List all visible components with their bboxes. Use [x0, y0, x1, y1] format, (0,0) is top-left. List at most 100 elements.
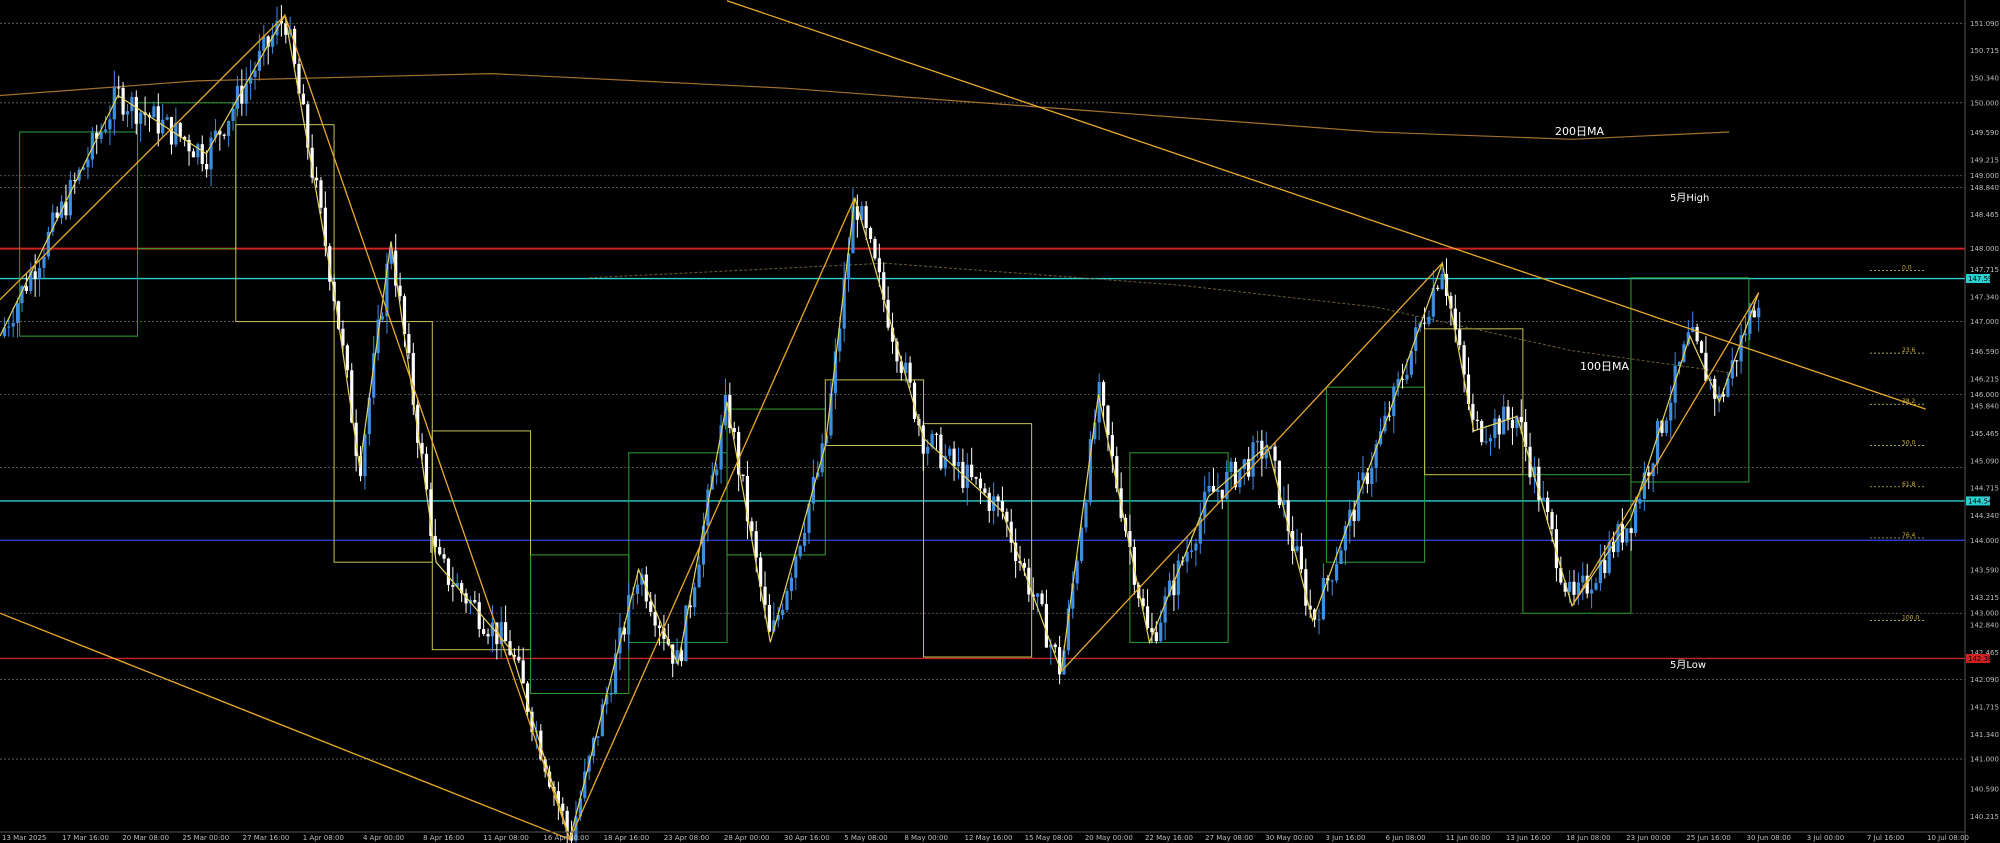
price-axis-label: 141.715	[1970, 703, 1999, 711]
candle-body	[1330, 580, 1334, 582]
price-axis-label: 148.465	[1970, 211, 1999, 219]
time-axis-label: 12 May 16:00	[965, 834, 1013, 842]
candle-body	[517, 656, 521, 661]
time-axis-label: 15 May 08:00	[1025, 834, 1073, 842]
time-axis-label: 23 Jun 00:00	[1626, 834, 1670, 842]
candle-body	[970, 464, 974, 478]
price-chart[interactable]: 0.0 23.6 38.2 50.0 61.8 76.4 100.0 151.090 150.…	[0, 0, 2000, 843]
time-axis-label: 11 Jun 00:00	[1446, 834, 1490, 842]
candle-body	[319, 180, 323, 208]
price-axis-label: 148.000	[1970, 245, 1999, 253]
candle-body	[1053, 644, 1057, 648]
price-axis-label: 149.590	[1970, 129, 1999, 137]
candle-body	[1189, 550, 1194, 552]
candle-body	[789, 577, 794, 591]
candle-body	[1664, 420, 1668, 433]
candle-body	[1607, 541, 1611, 573]
time-axis-label: 25 Jun 16:00	[1686, 834, 1730, 842]
candle-body	[1550, 512, 1554, 530]
time-axis-label: 27 Mar 16:00	[243, 834, 290, 842]
fib-level-label: 23.6	[1902, 347, 1916, 354]
time-axis-label: 30 Apr 16:00	[784, 834, 830, 842]
candle-body	[732, 428, 736, 433]
candle-body	[609, 693, 613, 695]
candle-body	[1273, 446, 1277, 461]
candle-body	[1603, 560, 1607, 573]
candle-body	[1207, 485, 1211, 492]
candle-body	[1497, 418, 1501, 435]
ma100-label: 100日MA	[1580, 360, 1629, 373]
candle-body	[1321, 577, 1326, 620]
candle-body	[1638, 498, 1642, 504]
candle-body	[231, 108, 235, 121]
candle-body	[653, 612, 657, 626]
candle-body	[1295, 546, 1299, 551]
price-axis-label: 141.000	[1970, 756, 1999, 764]
candle-body	[253, 70, 257, 78]
candle-body	[1757, 307, 1761, 318]
candle-body	[873, 239, 877, 259]
candle-body	[1339, 550, 1343, 565]
price-axis-label: 146.000	[1970, 391, 1999, 399]
candle-body	[1510, 420, 1515, 429]
candle-body	[1044, 604, 1049, 648]
price-axis-label: 140.590	[1970, 785, 1999, 793]
price-axis-label: 151.090	[1970, 20, 1999, 28]
candle-body	[939, 434, 943, 469]
candle-body	[1546, 497, 1550, 513]
time-axis-label: 13 Mar 2025	[2, 834, 46, 842]
candle-body	[1405, 374, 1409, 380]
candle-body	[1704, 352, 1708, 381]
candle-body	[1299, 546, 1304, 570]
candle-body	[380, 316, 385, 320]
candle-body	[1735, 360, 1739, 362]
candle-body	[24, 286, 28, 291]
may-high-label: 5月High	[1670, 192, 1709, 204]
candle-body	[1422, 322, 1427, 324]
candle-body	[139, 112, 143, 124]
time-axis-label: 28 Apr 00:00	[724, 834, 770, 842]
time-axis-label: 1 Apr 08:00	[303, 834, 344, 842]
time-axis-label: 10 Jul 08:00	[1927, 834, 1969, 842]
price-axis-label: 149.000	[1970, 172, 1999, 180]
candle-body	[156, 106, 160, 134]
candle-body	[1475, 419, 1479, 422]
time-axis-label: 23 Apr 08:00	[664, 834, 710, 842]
price-highlight-label: 144.540	[1968, 497, 1997, 505]
candle-body	[7, 326, 11, 328]
candle-body	[1436, 287, 1440, 290]
candle-body	[42, 256, 46, 268]
fib-level-label: 76.4	[1902, 532, 1916, 539]
candle-body	[161, 119, 165, 134]
candle-body	[1572, 581, 1576, 595]
candle-body	[1519, 416, 1523, 423]
candle-body	[1084, 502, 1088, 528]
chart-background	[0, 0, 2000, 843]
candle-body	[785, 590, 789, 610]
candle-body	[442, 554, 446, 559]
candle-body	[103, 129, 108, 132]
candle-body	[1370, 468, 1374, 484]
candle-body	[314, 177, 319, 181]
candle-body	[301, 93, 305, 105]
candle-body	[407, 334, 411, 353]
price-axis-label: 150.000	[1970, 99, 1999, 107]
price-axis-label: 147.000	[1970, 318, 1999, 326]
price-axis-label: 148.840	[1970, 184, 1999, 192]
candle-body	[750, 521, 754, 532]
candle-body	[1101, 382, 1106, 406]
candle-body	[657, 625, 662, 629]
time-axis-label: 20 May 00:00	[1085, 834, 1133, 842]
time-axis-label: 18 Apr 16:00	[604, 834, 650, 842]
may-low-label: 5月Low	[1670, 659, 1706, 671]
candle-body	[754, 531, 758, 558]
candle-body	[1484, 441, 1488, 443]
candle-body	[763, 586, 767, 605]
candle-body	[1752, 310, 1756, 318]
candle-body	[1194, 543, 1198, 551]
fib-level-label: 61.8	[1902, 481, 1916, 488]
candle-body	[635, 584, 640, 594]
price-axis-label: 143.215	[1970, 594, 1999, 602]
candle-body	[983, 488, 987, 493]
candle-body	[794, 556, 798, 578]
